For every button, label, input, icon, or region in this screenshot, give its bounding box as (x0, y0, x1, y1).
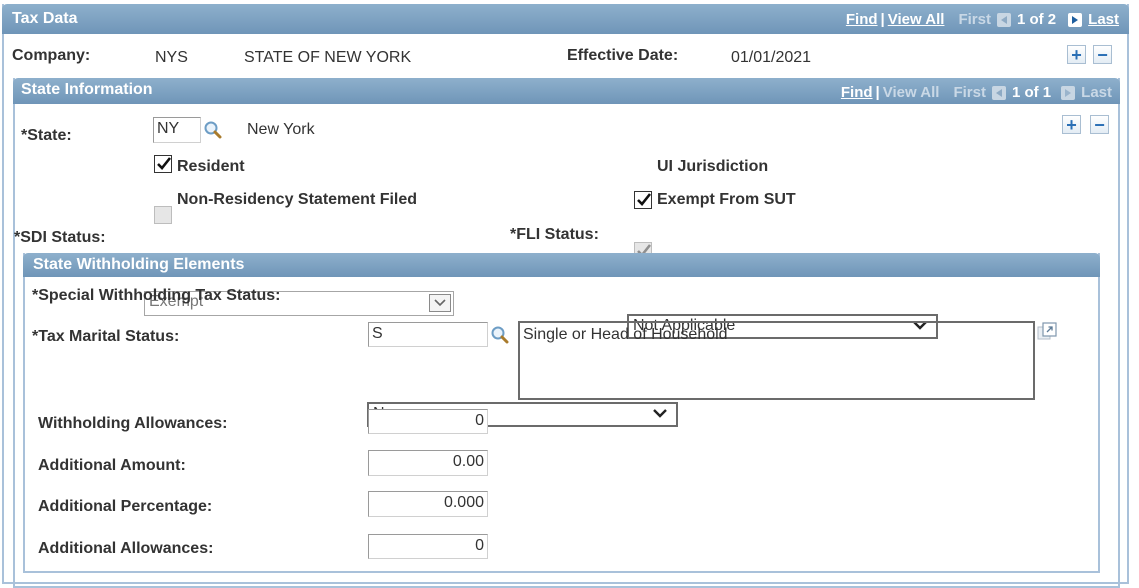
next-icon[interactable] (1068, 12, 1083, 27)
withholding-header: State Withholding Elements (23, 253, 1100, 277)
previous-icon (996, 12, 1011, 27)
nav-separator: | (880, 11, 885, 28)
minus-icon: − (1094, 114, 1105, 135)
delete-state-button[interactable]: − (1090, 115, 1109, 134)
delete-row-button[interactable]: − (1093, 45, 1112, 64)
additional-percentage-label: Additional Percentage: (38, 498, 213, 515)
additional-allowances-label: Additional Allowances: (38, 540, 214, 557)
sdi-status-label: *SDI Status: (14, 229, 106, 246)
non-residency-label: Non-Residency Statement Filed (177, 191, 418, 208)
additional-amount-input[interactable]: 0.00 (368, 450, 488, 476)
withholding-allowances-label: Withholding Allowances: (38, 415, 228, 432)
ui-jurisdiction-label: UI Jurisdiction (657, 158, 769, 175)
plus-icon: + (1066, 114, 1077, 135)
chevron-down-icon (653, 409, 667, 418)
state-info-title: State Information (21, 81, 153, 98)
first-label: First (958, 11, 991, 28)
find-link[interactable]: Find (846, 11, 878, 28)
marital-description-text: Single or Head of Household (523, 326, 728, 343)
resident-checkbox[interactable] (154, 155, 172, 173)
find-link[interactable]: Find (841, 84, 873, 101)
tax-data-header: Tax Data Find | View All First 1 of 2 La… (2, 4, 1129, 34)
row-count: 1 of 2 (1016, 11, 1057, 28)
additional-percentage-input[interactable]: 0.000 (368, 491, 488, 517)
resident-label: Resident (177, 158, 245, 175)
next-icon (1061, 85, 1076, 100)
non-residency-checkbox (154, 206, 172, 224)
tax-data-title: Tax Data (12, 10, 78, 27)
add-state-button[interactable]: + (1062, 115, 1081, 134)
effective-date-value: 01/01/2021 (731, 49, 812, 66)
state-name: New York (247, 121, 315, 138)
company-label: Company: (12, 47, 91, 64)
withholding-allowances-input[interactable]: 0 (368, 409, 488, 434)
first-label: First (953, 84, 986, 101)
last-label: Last (1081, 84, 1112, 101)
marital-description-textarea[interactable]: Single or Head of Household (518, 321, 1035, 400)
view-all-link[interactable]: View All (888, 11, 945, 28)
previous-icon (991, 85, 1006, 100)
ui-jurisdiction-checkbox[interactable] (634, 191, 652, 209)
state-info-header: State Information Find | View All First … (13, 78, 1120, 104)
checkmark-icon (637, 193, 652, 206)
withholding-title: State Withholding Elements (33, 256, 245, 273)
fli-status-label: *FLI Status: (510, 226, 599, 243)
plus-icon: + (1071, 44, 1082, 65)
exempt-sut-label: Exempt From SUT (657, 191, 796, 208)
company-name: STATE OF NEW YORK (244, 49, 412, 66)
checkmark-icon (157, 157, 172, 170)
effective-date-label: Effective Date: (567, 47, 679, 64)
tax-data-nav: Find | View All First 1 of 2 Last (846, 11, 1119, 28)
additional-amount-label: Additional Amount: (38, 457, 186, 474)
expand-icon[interactable] (1036, 322, 1058, 342)
tax-marital-status-input[interactable]: S (368, 322, 488, 347)
additional-allowances-input[interactable]: 0 (368, 534, 488, 559)
state-label: *State: (21, 127, 72, 144)
company-code: NYS (155, 49, 188, 66)
special-withholding-label: *Special Withholding Tax Status: (32, 287, 281, 304)
state-info-nav: Find | View All First 1 of 1 Last (841, 84, 1112, 101)
state-input[interactable]: NY (153, 117, 201, 143)
minus-icon: − (1097, 44, 1108, 65)
last-link[interactable]: Last (1088, 11, 1119, 28)
tax-marital-status-label: *Tax Marital Status: (32, 328, 180, 345)
nav-separator: | (875, 84, 880, 101)
search-icon[interactable] (490, 325, 510, 345)
add-row-button[interactable]: + (1067, 45, 1086, 64)
search-icon[interactable] (203, 120, 223, 140)
row-count: 1 of 1 (1011, 84, 1052, 101)
view-all-label: View All (882, 84, 940, 101)
